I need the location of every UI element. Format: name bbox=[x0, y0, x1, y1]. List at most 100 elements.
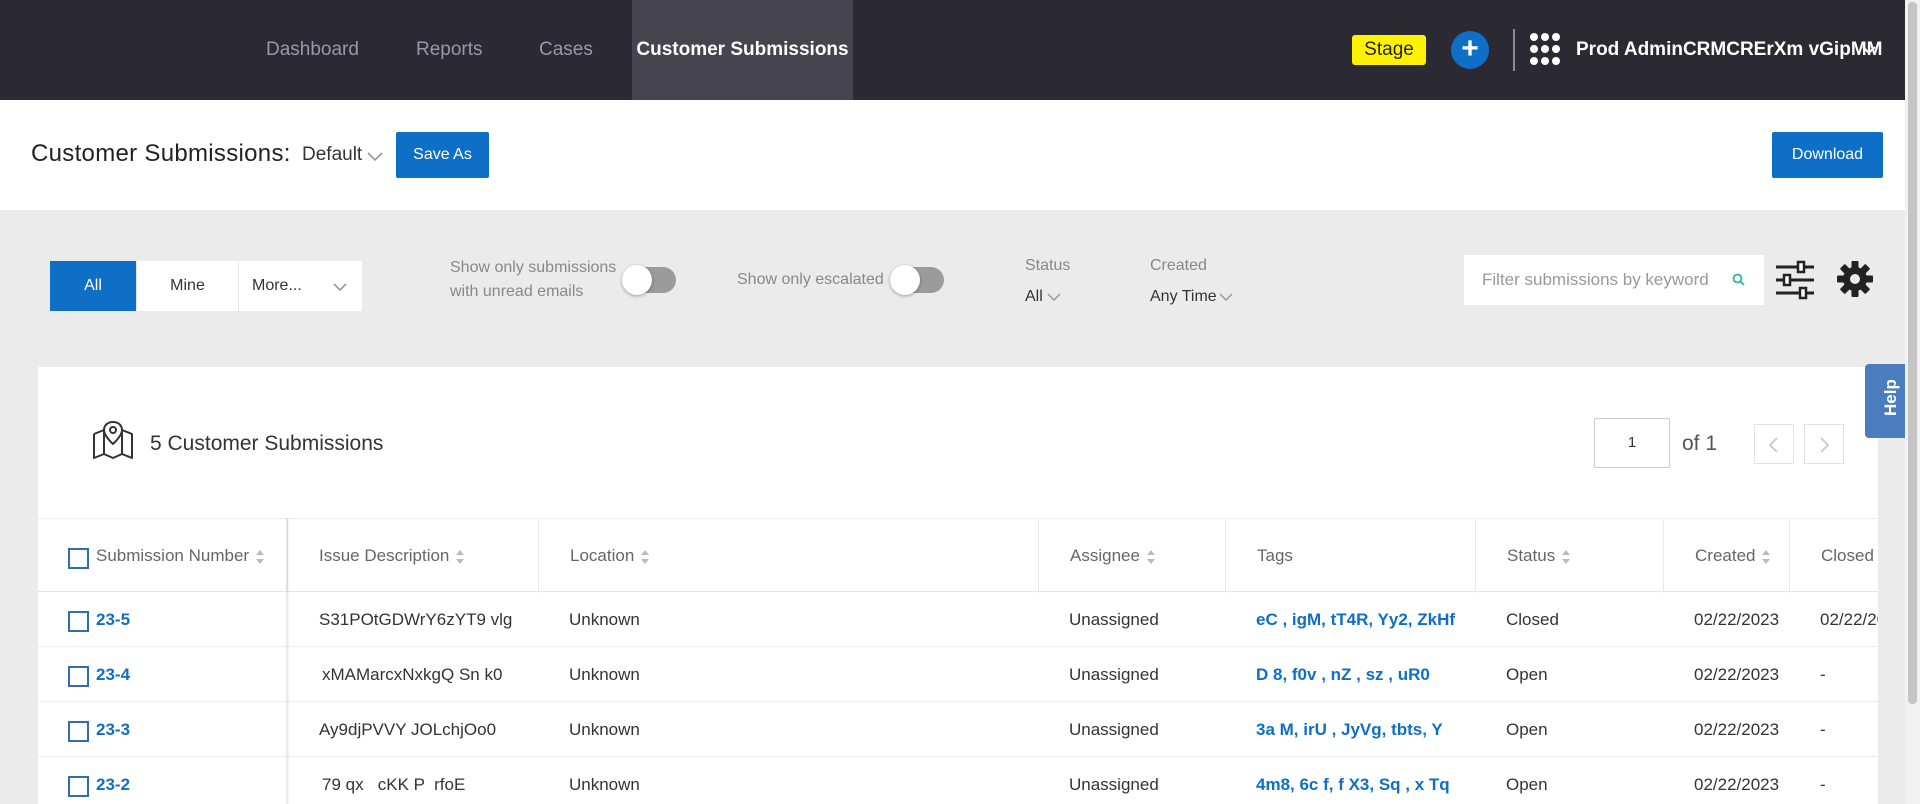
issue-description-cell: S31POtGDWrY6zYT9 vlg bbox=[319, 610, 513, 629]
submission-number-link[interactable]: 23-5 bbox=[96, 592, 130, 647]
chevron-down-icon[interactable] bbox=[1219, 292, 1233, 302]
tags-cell[interactable]: 4m8, 6c f, f X3, Sq , x Tq bbox=[1256, 757, 1450, 804]
unread-toggle-label-line2: with unread emails bbox=[450, 283, 584, 300]
sort-icon[interactable] bbox=[455, 549, 465, 565]
row-checkbox[interactable] bbox=[68, 666, 89, 687]
user-menu[interactable]: Prod AdminCRMCRErXm vGipMM bbox=[1576, 0, 1882, 100]
issue-description-cell: Ay9djPVVY JOLchjOo0 bbox=[319, 720, 497, 739]
unread-emails-toggle[interactable] bbox=[622, 265, 676, 295]
prev-page-button[interactable] bbox=[1754, 424, 1794, 464]
nav-item-cases[interactable]: Cases bbox=[539, 0, 593, 100]
column-header-closed[interactable]: Closed bbox=[1790, 519, 1878, 593]
page-number-input[interactable]: 1 bbox=[1594, 418, 1670, 468]
submission-number-link[interactable]: 23-2 bbox=[96, 757, 130, 804]
filter-all-button[interactable]: All bbox=[50, 261, 136, 311]
issue-description-cell: xMAMarcxNxkgQ Sn k0 bbox=[322, 665, 503, 684]
created-cell: 02/22/2023 bbox=[1694, 610, 1780, 629]
sort-icon[interactable] bbox=[1561, 549, 1571, 565]
chevron-down-icon[interactable] bbox=[366, 149, 384, 163]
issue-description-cell: 79 qx cKK P rfoE bbox=[322, 775, 466, 794]
submissions-table: Submission Number Issue Description Loca… bbox=[38, 518, 1878, 804]
chevron-down-icon[interactable] bbox=[1860, 41, 1878, 59]
status-cell: Open bbox=[1506, 775, 1548, 794]
help-label[interactable]: Help bbox=[1881, 379, 1901, 416]
column-header-label: Submission Number bbox=[96, 546, 250, 565]
created-filter-select[interactable]: Any Time bbox=[1150, 288, 1217, 306]
table-row[interactable]: 23-3 Ay9djPVVY JOLchjOo0 Unknown Unassig… bbox=[38, 702, 1878, 757]
location-cell: Unknown bbox=[569, 775, 640, 794]
nav-item-customer-submissions[interactable]: Customer Submissions bbox=[632, 0, 853, 100]
closed-cell: - bbox=[1820, 665, 1826, 684]
column-header-label: Assignee bbox=[1070, 546, 1140, 565]
page-scrollbar-thumb[interactable] bbox=[1908, 2, 1917, 704]
location-cell: Unknown bbox=[569, 720, 640, 739]
column-header-issue-description[interactable]: Issue Description bbox=[288, 519, 539, 593]
sort-icon[interactable] bbox=[255, 549, 265, 565]
column-header-label: Status bbox=[1507, 546, 1556, 565]
apps-grid-icon[interactable] bbox=[1529, 31, 1561, 67]
view-select[interactable]: Default bbox=[302, 144, 362, 166]
gear-icon[interactable] bbox=[1836, 260, 1874, 298]
status-filter-select[interactable]: All bbox=[1025, 288, 1043, 306]
sort-icon[interactable] bbox=[1146, 549, 1156, 565]
column-header-assignee[interactable]: Assignee bbox=[1039, 519, 1226, 593]
chevron-left-icon bbox=[1768, 437, 1778, 453]
column-header-label: Issue Description bbox=[319, 546, 450, 565]
table-row[interactable]: 23-2 79 qx cKK P rfoE Unknown Unassigned… bbox=[38, 757, 1878, 804]
sort-icon[interactable] bbox=[1761, 549, 1771, 565]
assignee-cell: Unassigned bbox=[1069, 665, 1159, 684]
sort-icon[interactable] bbox=[640, 549, 650, 565]
nav-item-reports[interactable]: Reports bbox=[416, 0, 483, 100]
chevron-down-icon bbox=[333, 283, 347, 292]
column-header-location[interactable]: Location bbox=[539, 519, 1039, 593]
nav-item-dashboard[interactable]: Dashboard bbox=[266, 0, 359, 100]
submission-number-link[interactable]: 23-3 bbox=[96, 702, 130, 757]
search-input[interactable] bbox=[1482, 255, 1722, 305]
table-row[interactable]: 23-4 xMAMarcxNxkgQ Sn k0 Unknown Unassig… bbox=[38, 647, 1878, 702]
column-header-created[interactable]: Created bbox=[1664, 519, 1790, 593]
assignee-cell: Unassigned bbox=[1069, 775, 1159, 794]
nav-divider bbox=[1513, 29, 1515, 71]
download-button[interactable]: Download bbox=[1772, 132, 1883, 178]
chevron-down-icon[interactable] bbox=[1047, 292, 1061, 302]
column-header-label: Tags bbox=[1257, 546, 1293, 565]
filter-mine-button[interactable]: Mine bbox=[136, 261, 238, 311]
search-icon[interactable] bbox=[1731, 272, 1747, 288]
tags-cell[interactable]: 3a M, irU , JyVg, tbts, Y bbox=[1256, 702, 1443, 757]
row-checkbox[interactable] bbox=[68, 776, 89, 797]
status-cell: Open bbox=[1506, 720, 1548, 739]
chevron-right-icon bbox=[1820, 437, 1830, 453]
assignee-cell: Unassigned bbox=[1069, 720, 1159, 739]
closed-cell: - bbox=[1820, 720, 1826, 739]
top-navigation-bar: Dashboard Reports Cases Customer Submiss… bbox=[0, 0, 1920, 100]
created-cell: 02/22/2023 bbox=[1694, 665, 1780, 684]
location-cell: Unknown bbox=[569, 665, 640, 684]
next-page-button[interactable] bbox=[1804, 424, 1844, 464]
location-cell: Unknown bbox=[569, 610, 640, 629]
tags-cell[interactable]: D 8, f0v , nZ , sz , uR0 bbox=[1256, 647, 1430, 702]
column-header-status[interactable]: Status bbox=[1476, 519, 1664, 593]
created-cell: 02/22/2023 bbox=[1694, 775, 1780, 794]
assignee-cell: Unassigned bbox=[1069, 610, 1159, 629]
row-checkbox[interactable] bbox=[68, 611, 89, 632]
escalated-toggle-label: Show only escalated bbox=[737, 271, 884, 288]
column-header-submission-number[interactable]: Submission Number bbox=[38, 519, 288, 593]
status-filter-label: Status bbox=[1025, 257, 1071, 274]
plus-icon[interactable]: + bbox=[1451, 31, 1489, 69]
sticky-column-shadow bbox=[286, 518, 290, 804]
page-total: of 1 bbox=[1682, 432, 1718, 455]
column-header-label: Created bbox=[1695, 546, 1756, 565]
table-row[interactable]: 23-5 S31POtGDWrY6zYT9 vlg Unknown Unassi… bbox=[38, 592, 1878, 647]
map-pin-icon bbox=[93, 421, 133, 459]
escalated-toggle[interactable] bbox=[890, 265, 944, 295]
status-cell: Open bbox=[1506, 665, 1548, 684]
tags-cell[interactable]: eC , igM, tT4R, Yy2, ZkHf bbox=[1256, 592, 1455, 647]
submission-number-link[interactable]: 23-4 bbox=[96, 647, 130, 702]
status-cell: Closed bbox=[1506, 610, 1559, 629]
results-count: 5 Customer Submissions bbox=[150, 432, 384, 455]
column-header-tags: Tags bbox=[1226, 519, 1476, 593]
column-header-label: Location bbox=[570, 546, 635, 565]
save-as-button[interactable]: Save As bbox=[396, 132, 489, 178]
sliders-icon[interactable] bbox=[1774, 260, 1816, 300]
row-checkbox[interactable] bbox=[68, 721, 89, 742]
